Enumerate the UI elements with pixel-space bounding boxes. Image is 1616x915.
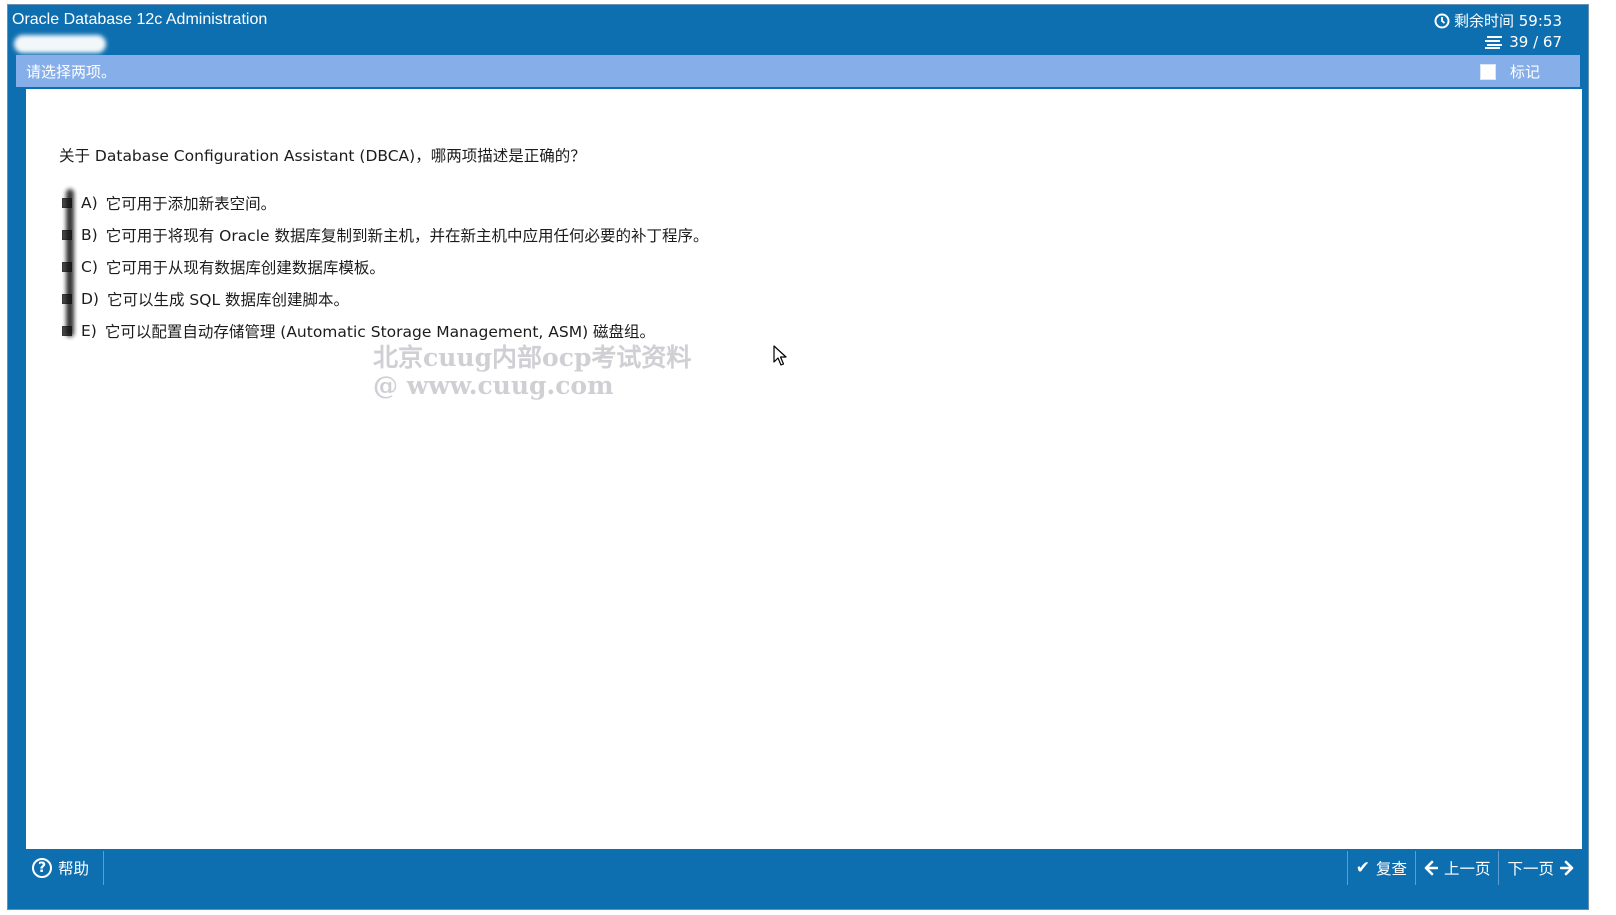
- arrow-right-icon: [1560, 860, 1574, 876]
- answer-options: A) 它可用于添加新表空间。 B) 它可用于将现有 Oracle 数据库复制到新…: [62, 187, 708, 347]
- mouse-cursor-icon: [773, 345, 787, 366]
- review-label: 复查: [1375, 860, 1407, 878]
- watermark-line-1: 北京cuug内部ocp考试资料: [373, 343, 692, 372]
- next-button[interactable]: 下一页: [1498, 851, 1582, 885]
- question-circle-icon: ?: [32, 858, 52, 878]
- watermark: 北京cuug内部ocp考试资料 @ www.cuug.com: [373, 344, 691, 400]
- mark-label: 标记: [1509, 63, 1540, 81]
- mark-for-review[interactable]: 标记: [1479, 61, 1540, 82]
- option-text: 它可用于从现有数据库创建数据库模板。: [105, 259, 385, 277]
- mark-checkbox[interactable]: [1479, 63, 1496, 80]
- question-panel: 关于 Database Configuration Assistant (DBC…: [26, 89, 1582, 849]
- question-text: 关于 Database Configuration Assistant (DBC…: [59, 147, 586, 165]
- watermark-line-2: @ www.cuug.com: [373, 371, 614, 400]
- checkmark-icon: ✔: [1355, 858, 1370, 878]
- option-b[interactable]: B) 它可用于将现有 Oracle 数据库复制到新主机，并在新主机中应用任何必要…: [62, 219, 708, 251]
- help-label: 帮助: [58, 860, 90, 878]
- instruction-bar: 请选择两项。 标记: [16, 55, 1580, 87]
- option-letter: D): [81, 290, 99, 308]
- instruction-text: 请选择两项。: [26, 63, 117, 81]
- option-text: 它可以生成 SQL 数据库创建脚本。: [106, 291, 350, 309]
- time-remaining-label: 剩余时间 59:53: [1454, 12, 1562, 30]
- option-letter: B): [81, 226, 98, 244]
- clock-icon: [1434, 13, 1450, 28]
- option-text: 它可用于添加新表空间。: [105, 195, 277, 213]
- question-progress: 39 / 67: [1485, 33, 1562, 51]
- option-letter: E): [81, 322, 97, 340]
- footer-toolbar: ? 帮助 ✔ 复查 上一页 下一页: [26, 851, 1582, 885]
- question-counter: 39 / 67: [1509, 33, 1562, 51]
- option-text: 它可以配置自动存储管理 (Automatic Storage Managemen…: [104, 323, 656, 341]
- option-a[interactable]: A) 它可用于添加新表空间。: [62, 187, 708, 219]
- time-remaining: 剩余时间 59:53: [1434, 10, 1562, 31]
- redacted-candidate-name: [14, 35, 106, 53]
- previous-label: 上一页: [1443, 860, 1491, 878]
- option-d[interactable]: D) 它可以生成 SQL 数据库创建脚本。: [62, 283, 708, 315]
- arrow-left-icon: [1424, 860, 1438, 876]
- list-icon: [1485, 36, 1503, 49]
- exam-window: Oracle Database 12c Administration 剩余时间 …: [7, 4, 1589, 910]
- review-button[interactable]: ✔ 复查: [1346, 851, 1415, 885]
- previous-button[interactable]: 上一页: [1414, 851, 1499, 885]
- option-c[interactable]: C) 它可用于从现有数据库创建数据库模板。: [62, 251, 708, 283]
- window-title: Oracle Database 12c Administration: [12, 11, 268, 28]
- navigation-buttons: ✔ 复查 上一页 下一页: [1346, 851, 1582, 885]
- option-text: 它可用于将现有 Oracle 数据库复制到新主机，并在新主机中应用任何必要的补丁…: [105, 227, 709, 245]
- scan-artifact: [66, 189, 74, 337]
- option-letter: C): [81, 258, 98, 276]
- help-button[interactable]: ? 帮助: [28, 851, 104, 885]
- option-letter: A): [81, 194, 98, 212]
- next-label: 下一页: [1507, 860, 1554, 878]
